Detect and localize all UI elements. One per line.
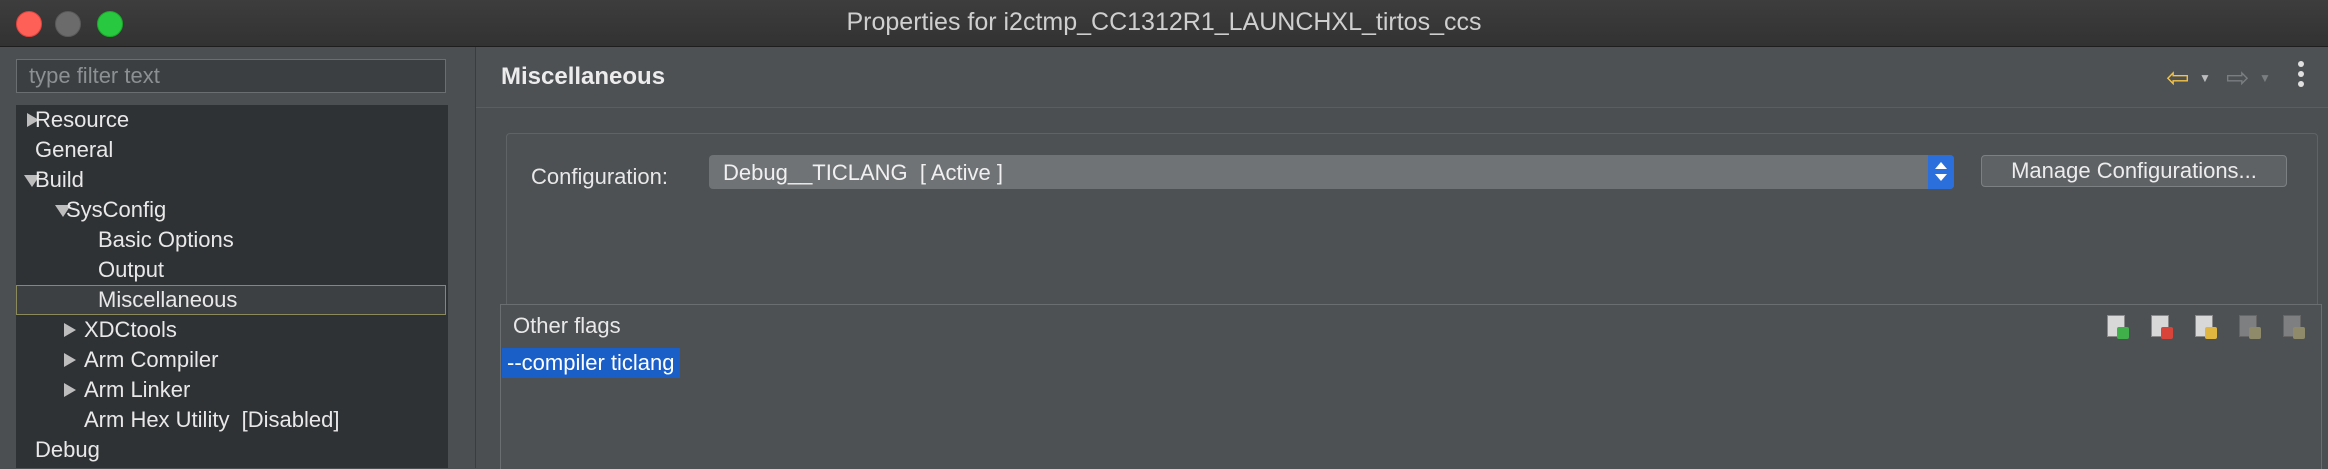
edit-icon[interactable] [2191, 313, 2219, 341]
tree-item-label: Arm Linker [84, 377, 191, 402]
flag-list-item[interactable]: --compiler ticlang [502, 348, 680, 378]
tree-item-miscellaneous[interactable]: Miscellaneous [16, 285, 446, 315]
tree-item-arm-hex-utility[interactable]: Arm Hex Utility [Disabled] [16, 405, 446, 435]
chevron-down-icon[interactable]: ▼ [2199, 71, 2211, 85]
configuration-label: Configuration: [531, 164, 668, 189]
tree-item-label: Miscellaneous [98, 287, 238, 312]
tree-item-label: Build [35, 167, 84, 192]
arrow-left-icon[interactable]: ⇦ [2166, 61, 2189, 94]
property-tree: Resource General Build SysConfig Basic O… [16, 105, 448, 468]
tree-item-basic-options[interactable]: Basic Options [16, 225, 446, 255]
configuration-select[interactable]: Debug__TICLANG [ Active ] [709, 155, 1954, 189]
delete-icon[interactable] [2147, 313, 2175, 341]
add-icon[interactable] [2103, 313, 2131, 341]
tree-item-output[interactable]: Output [16, 255, 446, 285]
vertical-dots-icon[interactable] [2298, 61, 2304, 91]
expand-triangle-icon[interactable] [64, 323, 76, 337]
tree-item-sysconfig[interactable]: SysConfig [16, 195, 446, 225]
flags-toolbar [2103, 313, 2313, 343]
tree-item-arm-linker[interactable]: Arm Linker [16, 375, 446, 405]
other-flags-label: Other flags [513, 313, 621, 338]
navigation-pane: Resource General Build SysConfig Basic O… [0, 47, 476, 468]
properties-page: Miscellaneous ⇦ ▼ ⇨ ▼ Configuration: Deb… [476, 47, 2328, 469]
move-up-icon [2235, 313, 2263, 341]
page-title: Miscellaneous [501, 63, 666, 90]
other-flags-group: Other flags --compiler ticlang [500, 304, 2322, 469]
manage-configurations-button[interactable]: Manage Configurations... [1981, 155, 2287, 187]
tree-item-label: SysConfig [66, 197, 167, 222]
expand-triangle-icon[interactable] [64, 383, 76, 397]
move-down-icon [2279, 313, 2307, 341]
tree-item-label: Arm Compiler [84, 347, 219, 372]
select-stepper-icon[interactable] [1928, 155, 1954, 189]
filter-input[interactable] [16, 59, 446, 93]
tree-item-label: Basic Options [98, 227, 234, 252]
tree-item-label: General [35, 137, 114, 162]
window-title: Properties for i2ctmp_CC1312R1_LAUNCHXL_… [846, 8, 1482, 36]
tree-item-arm-compiler[interactable]: Arm Compiler [16, 345, 446, 375]
tree-item-xdctools[interactable]: XDCtools [16, 315, 446, 345]
expand-triangle-icon[interactable] [64, 353, 76, 367]
tree-item-label: Output [98, 257, 165, 282]
tree-item-general[interactable]: General [16, 135, 446, 165]
title-bar: Properties for i2ctmp_CC1312R1_LAUNCHXL_… [0, 0, 2328, 47]
tree-item-label: Debug [35, 437, 100, 462]
tree-item-resource[interactable]: Resource [16, 105, 446, 135]
arrow-right-icon[interactable]: ⇨ [2226, 61, 2249, 94]
configuration-group: Configuration: Debug__TICLANG [ Active ]… [506, 133, 2318, 313]
configuration-selected-value: Debug__TICLANG [ Active ] [723, 160, 1004, 185]
page-header: Miscellaneous ⇦ ▼ ⇨ ▼ [476, 47, 2328, 108]
chevron-down-icon[interactable]: ▼ [2259, 71, 2271, 85]
tree-item-label: XDCtools [84, 317, 177, 342]
tree-item-debug[interactable]: Debug [16, 435, 446, 465]
tree-item-build[interactable]: Build [16, 165, 446, 195]
tree-item-label: Arm Hex Utility [Disabled] [84, 407, 340, 432]
tree-item-label: Resource [35, 107, 130, 132]
